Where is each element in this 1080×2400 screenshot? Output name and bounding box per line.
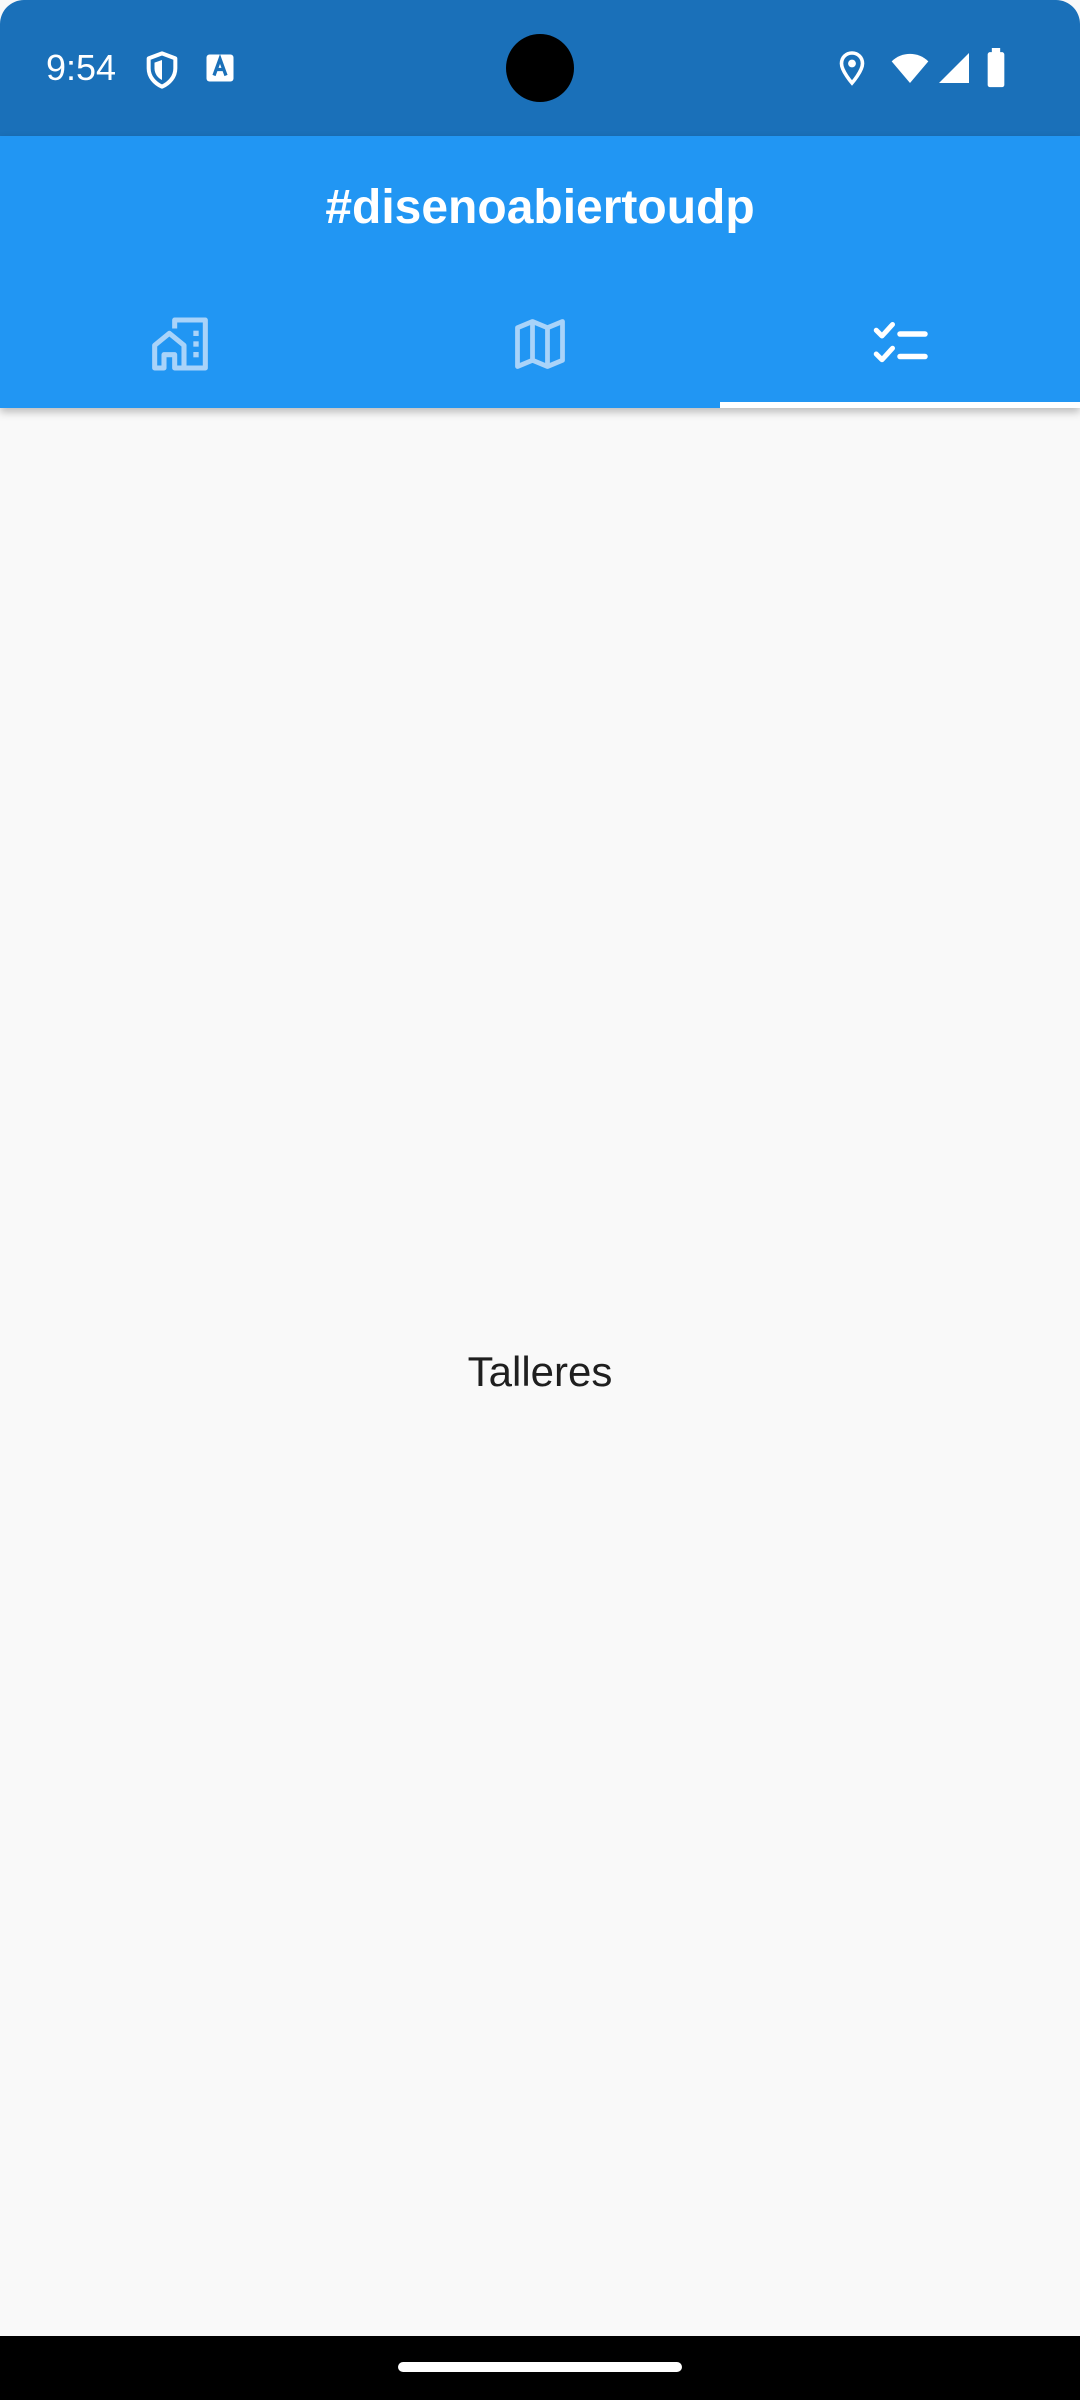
shield-icon (142, 50, 182, 90)
wifi-icon (888, 48, 932, 88)
tab-indicator (720, 402, 1080, 408)
page-body-text: Talleres (467, 1348, 613, 1395)
location-icon (834, 48, 870, 88)
tab-checklist[interactable] (720, 280, 1080, 408)
app-bar: #disenoabiertoudp (0, 136, 1080, 408)
screen: 9:54 #disenoabiertoudp Talleres (0, 0, 1080, 2400)
tab-bar (0, 280, 1080, 408)
home-gesture-handle[interactable] (398, 2362, 682, 2372)
home-city-icon (148, 312, 212, 376)
navigation-bar (0, 2336, 1080, 2400)
keyboard-a-icon (202, 50, 242, 90)
app-title: #disenoabiertoudp (325, 181, 755, 234)
status-time: 9:54 (46, 47, 117, 88)
status-bar: 9:54 (0, 0, 1080, 136)
tab-home[interactable] (0, 280, 360, 408)
checklist-icon (870, 314, 930, 374)
camera-cutout (506, 34, 574, 102)
tab-map[interactable] (360, 280, 720, 408)
signal-icon (936, 48, 972, 88)
battery-icon (984, 48, 1008, 88)
map-icon (510, 314, 570, 374)
